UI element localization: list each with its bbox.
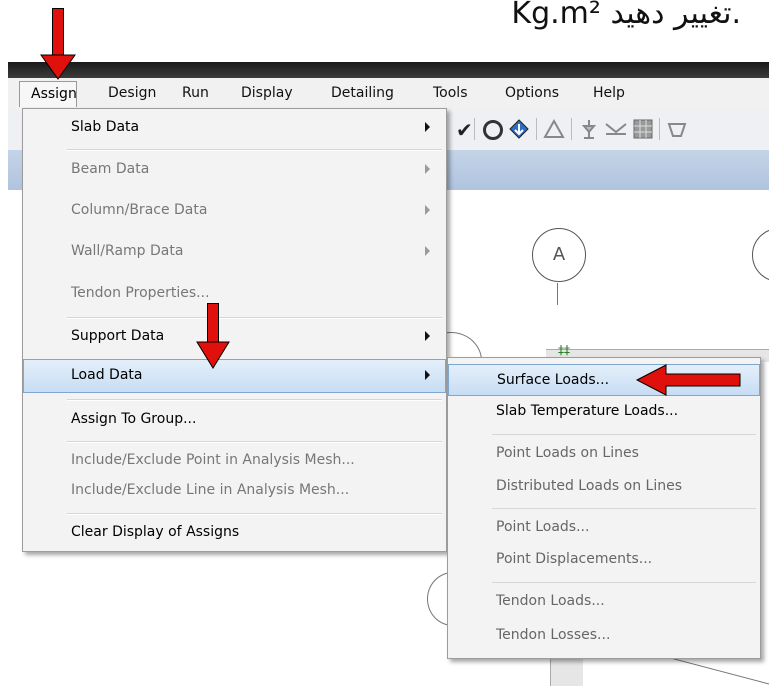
- submenu-item-point-loads-on-lines[interactable]: Point Loads on Lines: [448, 438, 760, 470]
- drop-load-icon[interactable]: [508, 118, 530, 140]
- submenu-arrow-icon: [425, 246, 430, 256]
- menu-separator: [67, 513, 442, 515]
- menu-display[interactable]: Display: [241, 85, 293, 101]
- menu-item-label: Clear Display of Assigns: [71, 524, 240, 540]
- menu-help[interactable]: Help: [593, 85, 625, 101]
- submenu-item-point-displacements[interactable]: Point Displacements...: [448, 544, 760, 576]
- load-data-submenu: Surface Loads... Slab Temperature Loads.…: [447, 357, 761, 659]
- menu-item-clear-display-of-assigns[interactable]: Clear Display of Assigns: [23, 516, 446, 550]
- menu-item-label: Wall/Ramp Data: [71, 243, 184, 259]
- menu-item-load-data[interactable]: Load Data: [23, 359, 446, 393]
- menu-bar: Assign Design Run Display Detailing Tool…: [8, 78, 769, 111]
- circle-icon[interactable]: [483, 120, 503, 140]
- submenu-arrow-icon: [425, 331, 430, 341]
- assign-dropdown-menu: Slab Data Beam Data Column/Brace Data Wa…: [22, 108, 447, 552]
- menu-assign-label: Assign: [31, 86, 77, 102]
- submenu-arrow-icon: [425, 122, 430, 132]
- submenu-arrow-icon: [425, 164, 430, 174]
- menu-item-label: Load Data: [71, 367, 143, 383]
- menu-item-include-exclude-line[interactable]: Include/Exclude Line in Analysis Mesh...: [23, 474, 446, 508]
- submenu-item-point-loads[interactable]: Point Loads...: [448, 512, 760, 544]
- annotation-arrow-left: [636, 364, 742, 396]
- menu-detailing[interactable]: Detailing: [331, 85, 394, 101]
- menu-design[interactable]: Design: [108, 85, 156, 101]
- annotation-arrow-down-top: [40, 8, 76, 80]
- submenu-item-distributed-loads-on-lines[interactable]: Distributed Loads on Lines: [448, 471, 760, 503]
- menu-item-support-data[interactable]: Support Data: [23, 320, 446, 354]
- menu-options[interactable]: Options: [505, 85, 559, 101]
- menu-item-label: Tendon Properties...: [71, 285, 210, 301]
- menu-item-tendon-properties[interactable]: Tendon Properties...: [23, 277, 446, 311]
- column-strip: [550, 655, 583, 686]
- menu-separator: [67, 399, 442, 401]
- menu-item-assign-to-group[interactable]: Assign To Group...: [23, 403, 446, 437]
- menu-item-label: Surface Loads...: [497, 372, 610, 388]
- mesh-icon[interactable]: [632, 118, 654, 140]
- menu-item-label: Tendon Losses...: [496, 627, 611, 643]
- menu-run[interactable]: Run: [182, 85, 209, 101]
- menu-item-label: Point Loads on Lines: [496, 445, 639, 461]
- menu-item-include-exclude-point[interactable]: Include/Exclude Point in Analysis Mesh..…: [23, 444, 446, 478]
- grid-line: [557, 283, 558, 305]
- menu-item-column-brace-data[interactable]: Column/Brace Data: [23, 194, 446, 228]
- menu-separator: [67, 317, 442, 319]
- menu-item-label: Tendon Loads...: [496, 593, 605, 609]
- menu-item-label: Column/Brace Data: [71, 202, 208, 218]
- menu-item-beam-data[interactable]: Beam Data: [23, 153, 446, 187]
- support-icon[interactable]: [604, 118, 628, 140]
- submenu-item-slab-temperature-loads[interactable]: Slab Temperature Loads...: [448, 396, 760, 428]
- menu-item-wall-ramp-data[interactable]: Wall/Ramp Data: [23, 235, 446, 269]
- toolbar-separator: [536, 118, 537, 140]
- submenu-item-tendon-losses[interactable]: Tendon Losses...: [448, 620, 760, 652]
- menu-item-label: Support Data: [71, 328, 165, 344]
- toolbar-separator: [659, 118, 660, 140]
- submenu-item-tendon-loads[interactable]: Tendon Loads...: [448, 586, 760, 618]
- menu-item-label: Include/Exclude Point in Analysis Mesh..…: [71, 452, 355, 468]
- menu-separator: [492, 582, 756, 583]
- menu-separator: [492, 434, 756, 435]
- submenu-arrow-icon: [425, 205, 430, 215]
- instruction-caption: Kg.m² تغییر دهید.: [511, 0, 741, 31]
- toolbar-separator: [474, 118, 475, 140]
- menu-tools[interactable]: Tools: [433, 85, 468, 101]
- menu-item-label: Beam Data: [71, 161, 150, 177]
- window-titlebar: [8, 62, 769, 78]
- triangle-icon[interactable]: [543, 118, 565, 140]
- menu-assign[interactable]: Assign: [19, 81, 77, 107]
- menu-item-label: Point Displacements...: [496, 551, 653, 567]
- menu-item-label: Slab Data: [71, 119, 140, 135]
- slab-marker: ‡‡: [558, 343, 570, 357]
- menu-separator: [492, 508, 756, 509]
- menu-item-label: Point Loads...: [496, 519, 590, 535]
- menu-item-slab-data[interactable]: Slab Data: [23, 111, 446, 145]
- annotation-arrow-down-middle: [196, 303, 230, 369]
- submenu-arrow-icon: [425, 370, 430, 380]
- toolbar-separator: [571, 118, 572, 140]
- menu-item-label: Distributed Loads on Lines: [496, 478, 682, 494]
- checkmark-icon[interactable]: ✔: [456, 118, 473, 142]
- menu-item-label: Slab Temperature Loads...: [496, 403, 679, 419]
- menu-item-label: Assign To Group...: [71, 411, 197, 427]
- menu-separator: [67, 441, 442, 443]
- spring-icon[interactable]: [578, 118, 600, 140]
- menu-separator: [67, 149, 442, 151]
- menu-item-label: Include/Exclude Line in Analysis Mesh...: [71, 482, 350, 498]
- cup-icon[interactable]: [666, 118, 688, 140]
- grid-bubble-a[interactable]: A: [532, 228, 586, 282]
